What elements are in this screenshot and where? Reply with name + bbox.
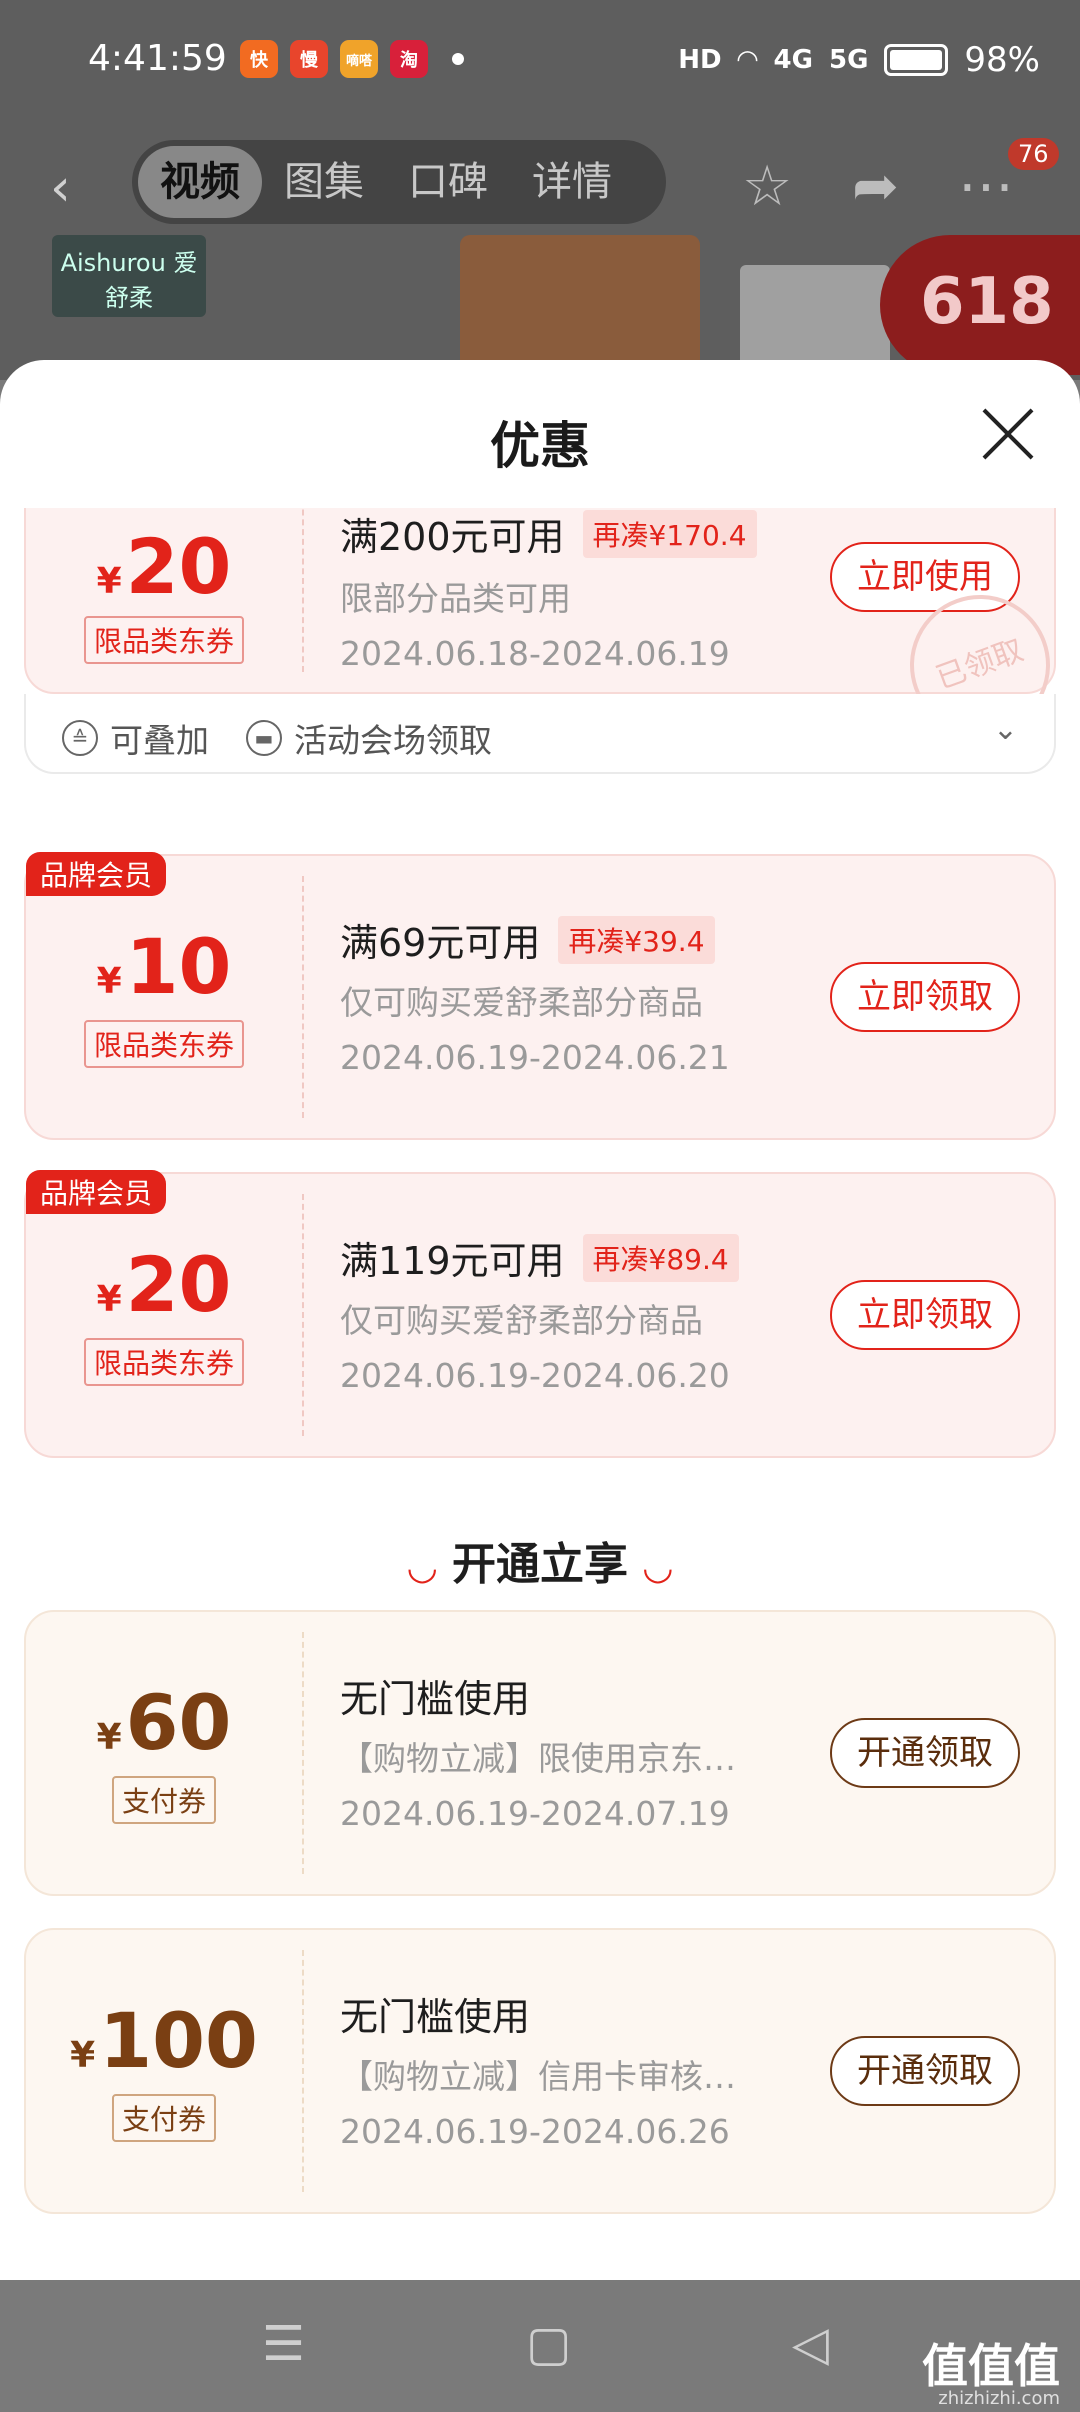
stackable-info: ≙ 可叠加 (62, 714, 209, 762)
close-icon[interactable] (980, 406, 1036, 462)
top-up-pill: 再凑¥39.4 (558, 915, 715, 964)
status-bar: 4:41:59 快 慢 嘀嗒 淘 HD ◠ 4G 5G 98% (0, 0, 1080, 125)
activate-claim-button[interactable]: 开通领取 (830, 1718, 1020, 1788)
coupon-list[interactable]: ¥20 限品类东券 满200元可用 再凑¥170.4 限部分品类可用 2024.… (0, 508, 1080, 2280)
coupon-card: ¥20 限品类东券 满200元可用 再凑¥170.4 限部分品类可用 2024.… (24, 508, 1070, 755)
coupon-left: ¥10 限品类东券 (26, 856, 302, 1138)
coupon-tag: 支付券 (111, 2094, 217, 2142)
product-tabs: 视频 图集 口碑 详情 (132, 140, 666, 224)
chevron-down-icon[interactable]: ⌄ (993, 712, 1018, 747)
coupon-amount: ¥10 (96, 922, 232, 1011)
venue-info: ▬ 活动会场领取 (246, 714, 492, 762)
coupon-desc: 【购物立减】信用卡审核… (340, 2057, 736, 2096)
coupon-desc: 【购物立减】限使用京东… (340, 1739, 736, 1778)
coupon-tag: 限品类东券 (83, 1338, 245, 1386)
coupon-amount: ¥100 (70, 1996, 258, 2085)
brand-logo: Aishurou 爱舒柔 (52, 235, 206, 317)
coupon-divider (302, 876, 304, 1118)
slow-app-icon: 慢 (290, 40, 328, 78)
coupon-left: ¥60 支付券 (26, 1612, 302, 1894)
kuaishou-app-icon: 快 (240, 40, 278, 78)
stack-icon: ≙ (62, 720, 98, 756)
tab-reviews[interactable]: 口碑 (386, 146, 510, 218)
taobao-app-icon: 淘 (390, 40, 428, 78)
coupon-sheet: 优惠 ¥20 限品类东券 满200元可用 再凑¥170.4 限部分品类可用 20… (0, 360, 1080, 2280)
home-icon[interactable]: ▢ (526, 2316, 571, 2372)
coupon-date: 2024.06.19-2024.06.21 (340, 1038, 730, 1077)
watermark-url: zhizhizhi.com (938, 2388, 1060, 2409)
system-indicators: HD ◠ 4G 5G 98% (678, 40, 1040, 80)
didi-app-icon: 嘀嗒 (340, 40, 378, 78)
coupon-divider (302, 508, 304, 672)
top-up-pill: 再凑¥89.4 (582, 1233, 739, 1282)
coupon-title: 满69元可用 再凑¥39.4 (340, 912, 715, 967)
coupon-title: 满119元可用 再凑¥89.4 (340, 1230, 739, 1285)
more-icon[interactable]: ⋯ (958, 154, 1014, 219)
back-triangle-icon[interactable]: ◁ (792, 2316, 829, 2372)
pay-coupon-card: ¥60 支付券 无门槛使用 【购物立减】限使用京东… 2024.06.19-20… (24, 1610, 1056, 1896)
pay-coupon-card: ¥100 支付券 无门槛使用 【购物立减】信用卡审核… 2024.06.19-2… (24, 1928, 1056, 2214)
coupon-amount: ¥20 (96, 522, 232, 611)
coupon-left: ¥20 限品类东券 (26, 1174, 302, 1456)
coupon-card: 品牌会员 ¥20 限品类东券 满119元可用 再凑¥89.4 仅可购买爱舒柔部分… (24, 1170, 1056, 1458)
coupon-card: 品牌会员 ¥10 限品类东券 满69元可用 再凑¥39.4 仅可购买爱舒柔部分商… (24, 852, 1056, 1140)
more-notifications-dot (452, 53, 464, 65)
back-icon[interactable]: ‹ (50, 158, 71, 218)
banner-product-image (740, 265, 890, 375)
signal-5g-icon: 5G (828, 45, 869, 75)
smile-icon: ◡ (644, 1547, 672, 1588)
coupon-divider (302, 1632, 304, 1874)
notification-icons: 快 慢 嘀嗒 淘 (240, 40, 464, 78)
tab-details[interactable]: 详情 (510, 146, 634, 218)
star-icon[interactable]: ☆ (742, 154, 792, 219)
menu-icon[interactable]: ☰ (262, 2316, 305, 2372)
coupon-tag: 限品类东券 (83, 616, 245, 664)
coupon-title: 满200元可用 再凑¥170.4 (340, 508, 757, 561)
product-navbar: ‹ 视频 图集 口碑 详情 ☆ ➦ ⋯ (0, 138, 1080, 228)
wifi-icon: ◠ (737, 45, 758, 75)
hd-icon: HD (678, 45, 722, 75)
claim-now-button[interactable]: 立即领取 (830, 962, 1020, 1032)
more-badge: 76 (1008, 138, 1059, 170)
coupon-date: 2024.06.18-2024.06.19 (340, 634, 730, 673)
activate-claim-button[interactable]: 开通领取 (830, 2036, 1020, 2106)
smile-icon: ◡ (408, 1547, 436, 1588)
tab-gallery[interactable]: 图集 (262, 146, 386, 218)
watermark: 值值值 (922, 2339, 1060, 2393)
tab-video[interactable]: 视频 (138, 146, 262, 218)
coupon-amount: ¥20 (96, 1240, 232, 1329)
sale-618-badge: 618 (880, 235, 1080, 375)
system-nav-bar: ☰ ▢ ◁ (0, 2280, 1080, 2412)
coupon-divider (302, 1950, 304, 2192)
coupon-date: 2024.06.19-2024.06.20 (340, 1356, 730, 1395)
coupon-title: 无门槛使用 (340, 1677, 531, 1721)
coupon-date: 2024.06.19-2024.07.19 (340, 1794, 730, 1833)
coupon-desc: 限部分品类可用 (340, 579, 571, 618)
coupon-desc: 仅可购买爱舒柔部分商品 (340, 1301, 703, 1340)
share-icon[interactable]: ➦ (852, 154, 899, 219)
claim-now-button[interactable]: 立即领取 (830, 1280, 1020, 1350)
battery-icon (884, 44, 949, 76)
coupon-extra-row[interactable]: ≙ 可叠加 ▬ 活动会场领取 ⌄ (24, 694, 1056, 774)
coupon-amount: ¥60 (96, 1678, 232, 1767)
status-time: 4:41:59 (88, 38, 227, 79)
signal-4g-icon: 4G (773, 45, 813, 75)
banner-building-image (460, 235, 700, 375)
coupon-tag: 限品类东券 (83, 1020, 245, 1068)
coupon-left: ¥100 支付券 (26, 1930, 302, 2212)
coupon-date: 2024.06.19-2024.06.26 (340, 2112, 730, 2151)
sheet-title: 优惠 (490, 417, 590, 475)
top-up-pill: 再凑¥170.4 (582, 509, 757, 558)
coupon-divider (302, 1194, 304, 1436)
coupon-left: ¥20 限品类东券 (26, 508, 302, 692)
section-title: ◡ 开通立享 ◡ (408, 1539, 672, 1590)
battery-percent: 98% (964, 40, 1040, 80)
coupon-title: 无门槛使用 (340, 1995, 531, 2039)
ticket-icon: ▬ (246, 720, 282, 756)
coupon-tag: 支付券 (111, 1776, 217, 1824)
coupon-desc: 仅可购买爱舒柔部分商品 (340, 983, 703, 1022)
